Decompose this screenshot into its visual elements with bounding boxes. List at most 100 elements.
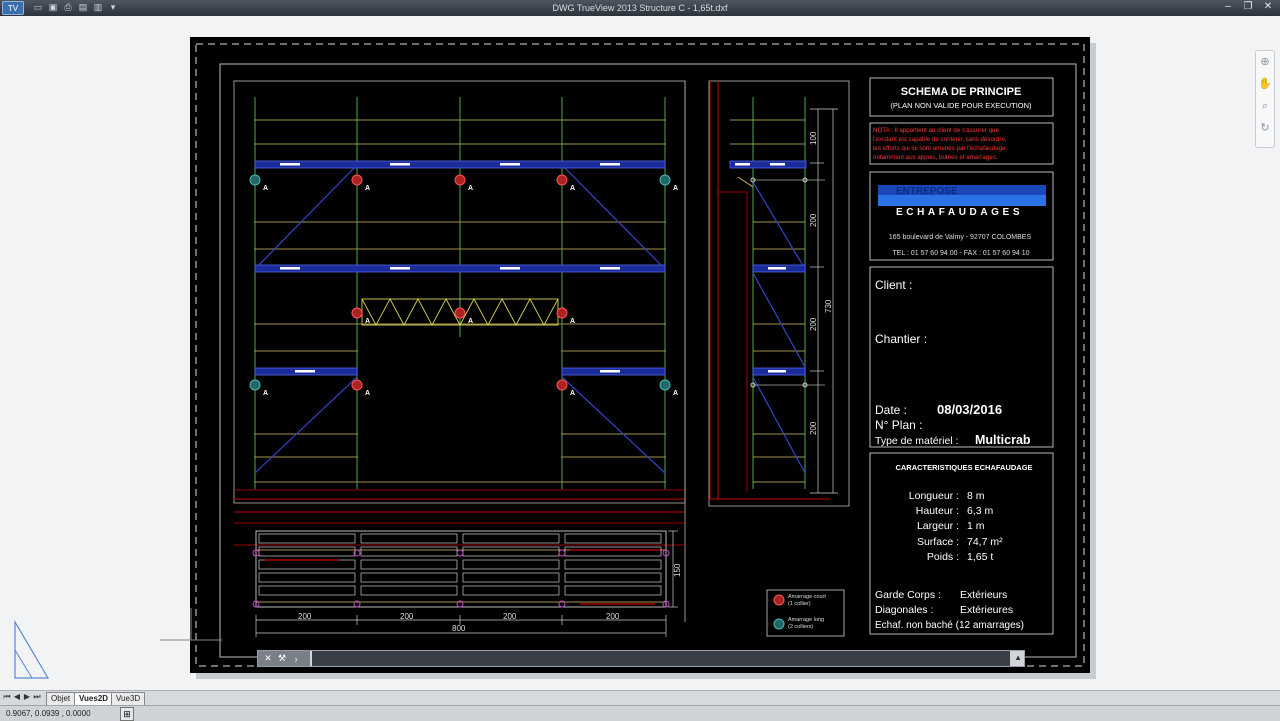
layout-tabs-bar: ⏮ ◀ ▶ ⏭ Objet Vues2D Vue3D	[0, 690, 1280, 706]
svg-text:A: A	[570, 318, 575, 325]
date-value: 08/03/2016	[937, 402, 1002, 417]
svg-text:200: 200	[809, 213, 818, 227]
tab-vue3d[interactable]: Vue3D	[111, 692, 146, 706]
svg-text:Amarrage court: Amarrage court	[788, 594, 826, 600]
svg-text:(2 colliers): (2 colliers)	[788, 624, 814, 630]
svg-text:200: 200	[809, 317, 818, 331]
company-phone: TEL : 01 57 60 94 00 - FAX : 01 57 60 94…	[892, 250, 1029, 257]
diag-value: Extérieures	[960, 604, 1013, 616]
svg-text:200: 200	[809, 421, 818, 435]
drawing-canvas: A A A A A A A A A A A A 100 200 200 200 …	[195, 43, 1085, 667]
ucs-icon	[14, 620, 50, 679]
svg-text:les efforts qui lui sont amené: les efforts qui lui sont amenés par l'éc…	[873, 145, 1007, 152]
title-header: SCHEMA DE PRINCIPE	[901, 86, 1022, 98]
svg-text:200: 200	[503, 612, 517, 621]
carac-title: CARACTERISTIQUES ECHAFAUDAGE	[895, 463, 1032, 472]
close-icon[interactable]: ✕	[262, 653, 274, 664]
svg-text:Hauteur :: Hauteur :	[916, 505, 959, 517]
client-label: Client :	[875, 278, 912, 292]
svg-text:A: A	[365, 318, 370, 325]
svg-text:74,7 m²: 74,7 m²	[967, 536, 1003, 548]
company-logo-line1: ENTREPOSE	[896, 186, 958, 197]
svg-text:A: A	[570, 185, 575, 192]
garde-value: Extérieurs	[960, 589, 1007, 601]
svg-text:l'existant est capable de cont: l'existant est capable de contenir, sans…	[873, 136, 1007, 143]
title-block	[869, 77, 1054, 635]
plan-number-label: N° Plan :	[875, 418, 922, 432]
svg-text:1,65 t: 1,65 t	[967, 551, 993, 563]
svg-text:A: A	[673, 185, 678, 192]
window-title: DWG TrueView 2013 Structure C - 1,65t.dx…	[552, 3, 728, 13]
coordinates-readout: 0.9067, 0.0939 , 0.0000	[6, 709, 91, 718]
last-tab-icon[interactable]: ⏭	[33, 692, 41, 702]
svg-text:800: 800	[452, 624, 466, 633]
svg-text:A: A	[673, 390, 678, 397]
title-bar: TV ▭ ▣ ⎙ ▤ ▥ ▾ DWG TrueView 2013 Structu…	[0, 0, 1280, 16]
restore-icon[interactable]: ❐	[1242, 1, 1254, 12]
svg-text:730: 730	[824, 299, 833, 313]
svg-text:A: A	[365, 390, 370, 397]
garde-label: Garde Corps :	[875, 589, 941, 601]
steering-wheel-icon[interactable]: ⊕	[1256, 51, 1274, 73]
prompt-icon[interactable]: ›	[290, 654, 302, 664]
pan-icon[interactable]: ✋	[1256, 73, 1274, 95]
tab-objet[interactable]: Objet	[46, 692, 76, 706]
front-elevation: A A A A A A A A A A A A	[233, 80, 686, 504]
materiel-label: Type de matériel :	[875, 435, 958, 447]
svg-text:NOTA : Il appartient au client: NOTA : Il appartient au client de s'assu…	[873, 127, 999, 134]
svg-text:Poids :: Poids :	[927, 551, 959, 563]
svg-text:A: A	[570, 390, 575, 397]
svg-text:A: A	[263, 390, 268, 397]
command-input[interactable]	[312, 651, 1010, 666]
svg-text:(1 collier): (1 collier)	[788, 601, 811, 607]
svg-text:100: 100	[809, 131, 818, 145]
nota-text: NOTA : Il appartient au client de s'assu…	[873, 127, 1007, 161]
svg-text:1 m: 1 m	[967, 520, 985, 532]
first-tab-icon[interactable]: ⏮	[3, 692, 11, 702]
wrench-icon[interactable]: ⚒	[276, 653, 288, 664]
title-block-text: SCHEMA DE PRINCIPE (PLAN NON VALIDE POUR…	[873, 86, 1046, 631]
tab-vues2d[interactable]: Vues2D	[74, 692, 114, 706]
svg-text:200: 200	[400, 612, 414, 621]
title-subheader: (PLAN NON VALIDE POUR EXECUTION)	[890, 101, 1032, 110]
svg-text:A: A	[468, 318, 473, 325]
svg-text:150: 150	[673, 563, 682, 577]
svg-text:notamment aux appuis, butées e: notamment aux appuis, butées et amarrage…	[873, 154, 998, 161]
prev-tab-icon[interactable]: ◀	[13, 692, 21, 702]
side-elevation: 100 200 200 200 730	[708, 80, 850, 507]
svg-text:200: 200	[606, 612, 620, 621]
chantier-label: Chantier :	[875, 332, 927, 346]
svg-text:6,3 m: 6,3 m	[967, 505, 994, 517]
zoom-icon[interactable]: ⌕	[1256, 95, 1274, 117]
chevron-up-icon[interactable]: ▲	[1014, 653, 1022, 662]
command-line[interactable]: ✕ ⚒ › ▲	[257, 650, 1025, 667]
navigation-bar[interactable]: ⊕ ✋ ⌕ ↻	[1255, 50, 1275, 148]
next-tab-icon[interactable]: ▶	[23, 692, 31, 702]
svg-text:Amarrage long: Amarrage long	[788, 617, 824, 623]
orbit-icon[interactable]: ↻	[1256, 117, 1274, 139]
bache-text: Echaf. non baché (12 amarrages)	[875, 620, 1024, 631]
svg-text:200: 200	[298, 612, 312, 621]
svg-text:A: A	[468, 185, 473, 192]
svg-text:A: A	[365, 185, 370, 192]
diag-label: Diagonales :	[875, 604, 933, 616]
model-space-icon[interactable]: ⊞	[120, 707, 134, 721]
company-logo-line2: ECHAFAUDAGES	[896, 207, 1023, 218]
company-address: 165 boulevard de Valmy - 92707 COLOMBES	[889, 234, 1032, 241]
layout-sheet[interactable]: A A A A A A A A A A A A 100 200 200 200 …	[190, 37, 1090, 673]
legend-box: Amarrage court (1 collier) Amarrage long…	[766, 589, 845, 637]
minimize-icon[interactable]: –	[1222, 1, 1234, 12]
materiel-value: Multicrab	[975, 433, 1031, 447]
svg-text:Longueur :: Longueur :	[909, 490, 959, 502]
svg-text:Surface :: Surface :	[917, 536, 959, 548]
drawing-frame	[219, 63, 1077, 658]
plan-view: 200 200 200 200 800 150	[234, 511, 685, 637]
status-bar: 0.9067, 0.0939 , 0.0000 ⊞	[0, 705, 1280, 721]
carac-list: Longueur : 8 m Hauteur : 6,3 m Largeur :…	[909, 490, 1003, 563]
svg-text:Largeur :: Largeur :	[917, 520, 959, 532]
date-label: Date :	[875, 403, 907, 417]
svg-text:A: A	[263, 185, 268, 192]
cursor-crosshair	[160, 608, 222, 641]
svg-text:8 m: 8 m	[967, 490, 985, 502]
close-icon[interactable]: ✕	[1262, 1, 1274, 12]
